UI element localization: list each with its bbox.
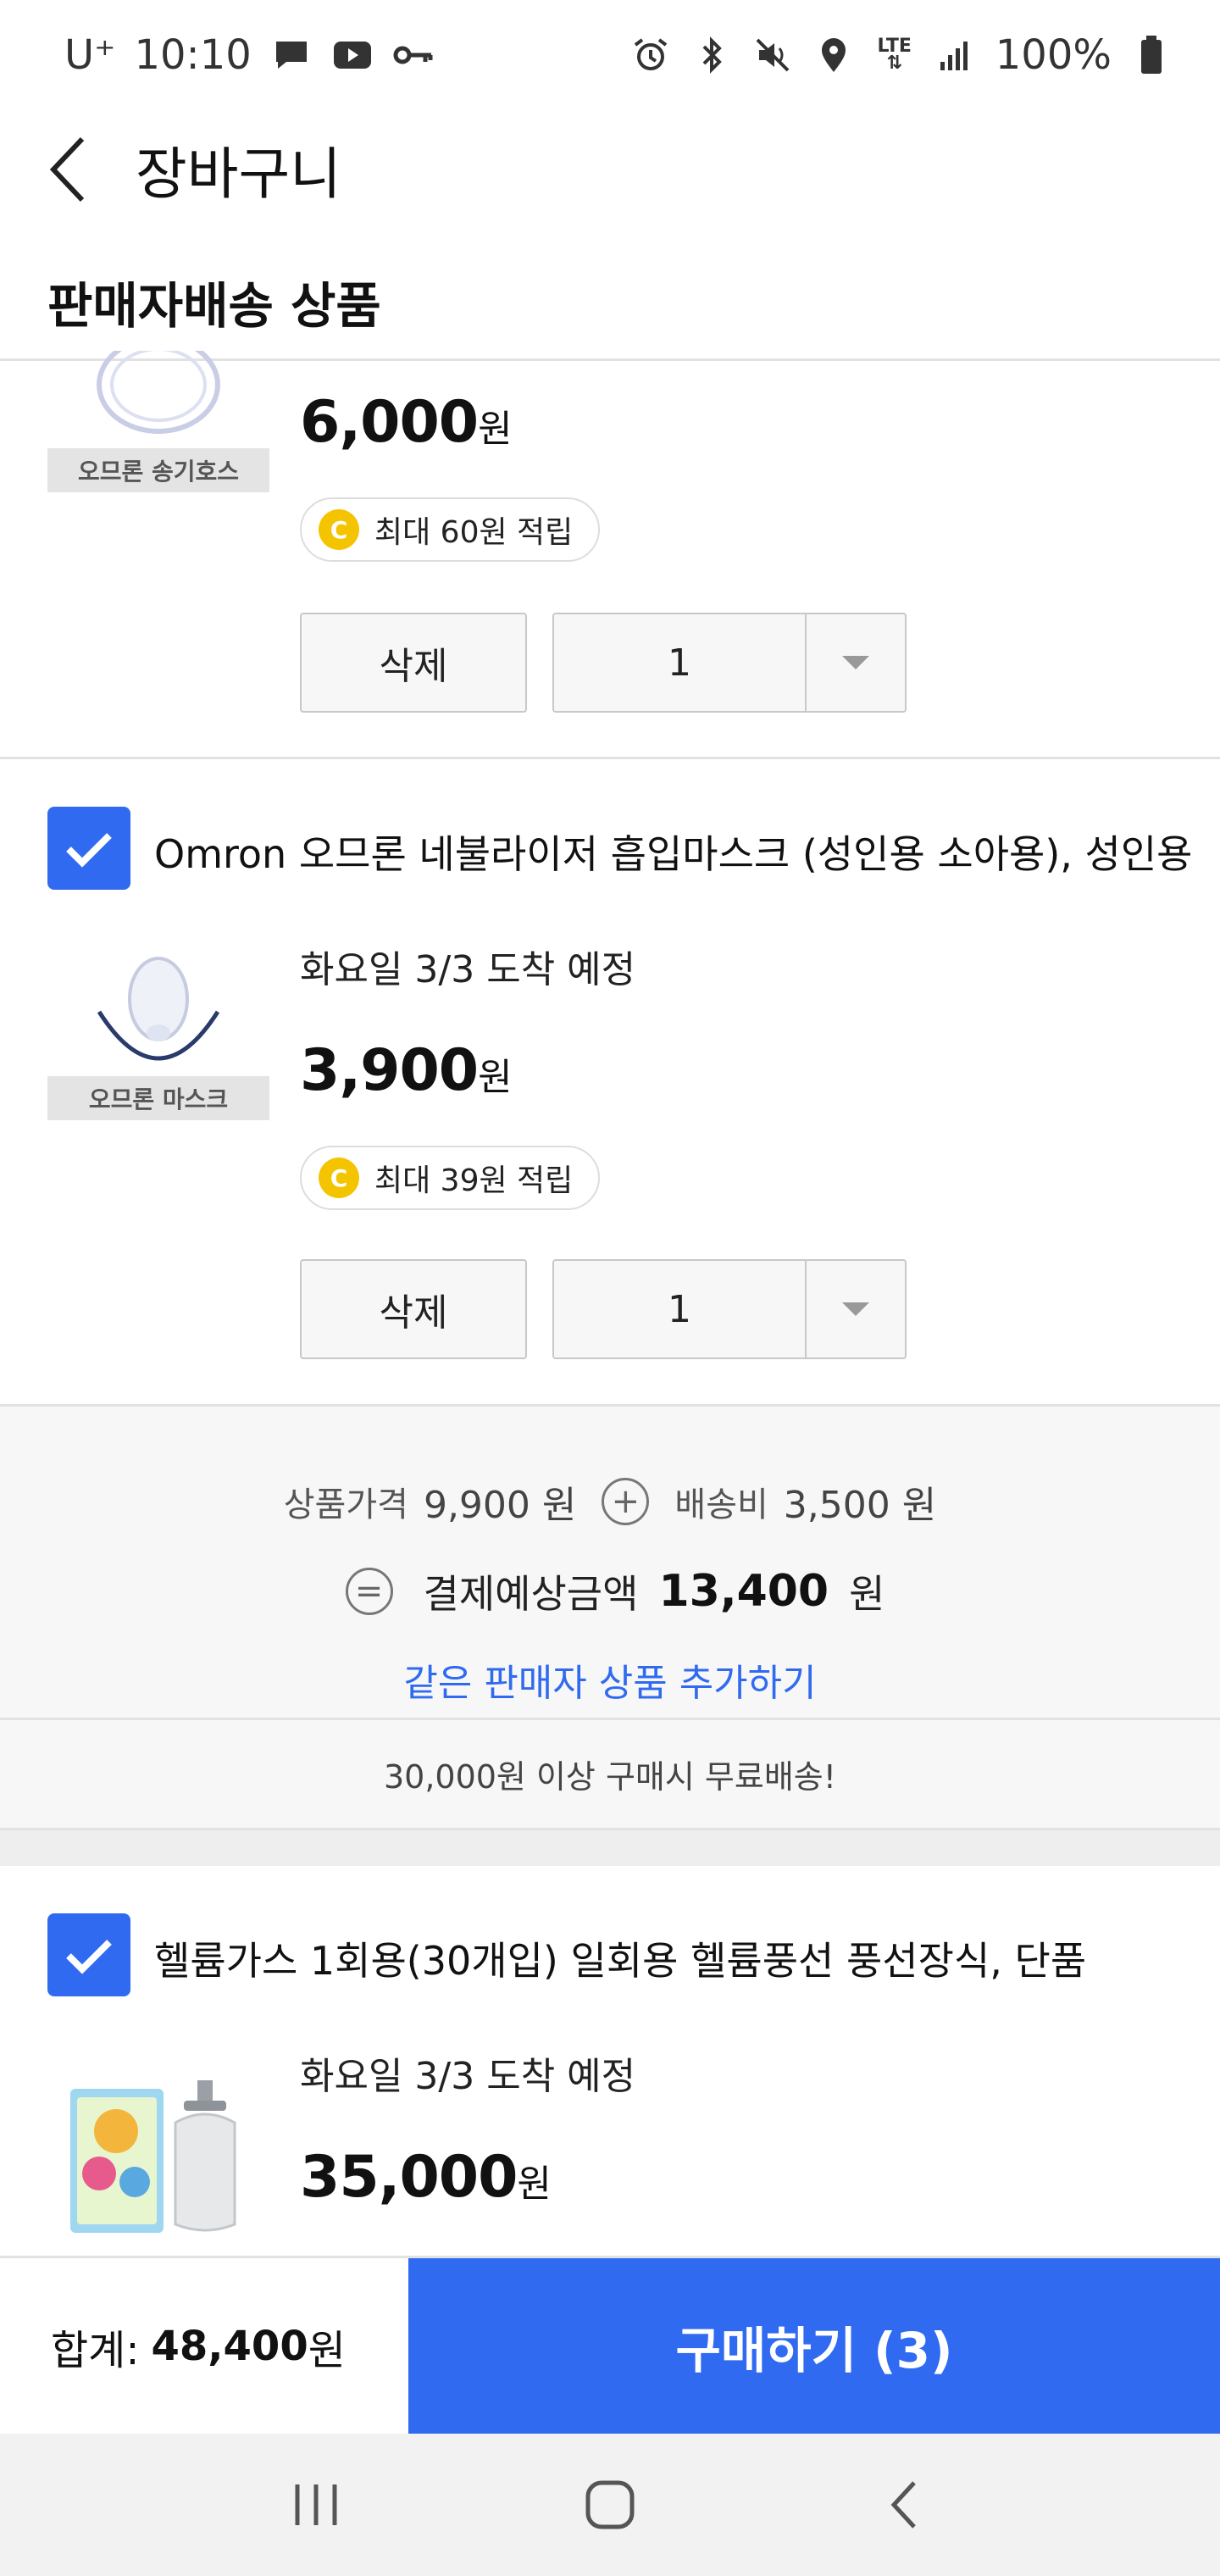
system-nav-bar [0, 2434, 1220, 2576]
item-checkbox[interactable] [47, 807, 130, 890]
price-breakdown: 상품가격 9,900 원 + 배송비 3,500 원 [0, 1474, 1220, 1529]
item-price: 35,000원 [300, 2144, 552, 2211]
product-thumbnail[interactable]: 오므론 마스크 [47, 952, 269, 1120]
message-icon [270, 34, 313, 76]
points-text: 최대 60원 적립 [374, 515, 574, 550]
shipping-value: 3,500 원 [783, 1484, 937, 1527]
section-header: 판매자배송 상품 [0, 244, 1220, 361]
points-text: 최대 39원 적립 [374, 1163, 574, 1198]
check-icon [66, 1940, 112, 1974]
points-badge: C 최대 60원 적립 [300, 497, 601, 562]
youtube-icon [331, 34, 374, 76]
cart-item: 헬륨가스 1회용(30개입) 일회용 헬륨풍선 풍선장식, 단품 화요일 3/3… [0, 1866, 1220, 2256]
thumb-caption: 오므론 마스크 [47, 1076, 269, 1120]
mask-image [47, 952, 269, 1076]
item-name[interactable]: 헬륨가스 1회용(30개입) 일회용 헬륨풍선 풍선장식, 단품 [154, 1930, 1086, 1986]
coin-icon: C [319, 1158, 359, 1198]
carrier-label: U⁺ [64, 31, 116, 79]
expected-total-value: 13,400 [658, 1566, 829, 1617]
total-label: 합계: [51, 2326, 140, 2374]
buy-button[interactable]: 구매하기 (3) [408, 2258, 1220, 2434]
item-price: 3,900원 [300, 1037, 513, 1104]
dropdown-arrow-icon[interactable] [807, 614, 905, 711]
item-name[interactable]: Omron 오므론 네불라이저 흡입마스크 (성인용 소아용), 성인용 [154, 824, 1193, 880]
equals-icon: = [345, 1568, 393, 1615]
dropdown-arrow-icon[interactable] [807, 1261, 905, 1357]
product-thumbnail[interactable] [47, 2059, 269, 2246]
location-icon [812, 34, 855, 76]
system-back-button[interactable] [853, 2454, 955, 2556]
delete-button[interactable]: 삭제 [300, 613, 527, 713]
delivery-date: 화요일 3/3 도착 예정 [300, 2055, 636, 2098]
price-currency: 원 [478, 408, 512, 451]
page-title: 장바구니 [136, 142, 341, 207]
chevron-left-icon [49, 136, 85, 203]
bluetooth-icon [690, 34, 733, 76]
thumb-caption: 오므론 송기호스 [47, 448, 269, 492]
total-value: 48,400 [151, 2322, 308, 2370]
battery-percent: 100% [995, 31, 1112, 79]
status-bar: U⁺ 10:10 LTE ⇅ 100% [0, 0, 1220, 110]
battery-icon [1130, 34, 1173, 76]
delivery-date: 화요일 3/3 도착 예정 [300, 948, 636, 991]
price-value: 3,900 [300, 1037, 479, 1104]
plus-icon: + [602, 1478, 650, 1525]
product-thumbnail[interactable]: 오므론 송기호스 [47, 347, 269, 492]
price-value: 35,000 [300, 2144, 518, 2211]
product-price-value: 9,900 원 [423, 1484, 577, 1527]
product-price-label: 상품가격 [283, 1485, 408, 1524]
price-value: 6,000 [300, 389, 479, 456]
recent-apps-button[interactable] [265, 2454, 367, 2556]
total-unit: 원 [308, 2326, 346, 2374]
home-icon [585, 2480, 635, 2529]
alarm-icon [629, 34, 672, 76]
cart-item: Omron 오므론 네불라이저 흡입마스크 (성인용 소아용), 성인용 화요일… [0, 759, 1220, 1407]
expected-total-label: 결제예상금액 [423, 1571, 639, 1617]
recent-apps-icon [295, 2484, 337, 2525]
price-currency: 원 [478, 1056, 512, 1099]
cart-total: 합계: 48,400 원 [0, 2258, 408, 2434]
signal-icon [934, 34, 977, 76]
checkout-bar: 합계: 48,400 원 구매하기 (3) [0, 2256, 1220, 2434]
expected-total-unit: 원 [849, 1571, 885, 1617]
home-button[interactable] [559, 2454, 661, 2556]
status-right: LTE ⇅ 100% [629, 31, 1173, 79]
item-price: 6,000원 [300, 389, 513, 456]
mute-icon [751, 34, 794, 76]
app-header: 장바구니 [0, 110, 1220, 229]
seller-summary: 상품가격 9,900 원 + 배송비 3,500 원 = 결제예상금액 13,4… [0, 1407, 1220, 1720]
back-icon [890, 2481, 916, 2529]
tube-image [47, 347, 269, 448]
quantity-value: 1 [554, 1261, 807, 1357]
delete-button[interactable]: 삭제 [300, 1259, 527, 1359]
status-time: 10:10 [134, 31, 252, 79]
shipping-label: 배송비 [674, 1485, 768, 1524]
item-checkbox[interactable] [47, 1913, 130, 1996]
back-button[interactable] [0, 110, 136, 229]
key-icon [392, 34, 435, 76]
section-gap [0, 1830, 1220, 1866]
status-left: U⁺ 10:10 [64, 31, 435, 79]
coin-icon: C [319, 509, 359, 550]
quantity-value: 1 [554, 614, 807, 711]
check-icon [66, 833, 112, 868]
lte-icon: LTE ⇅ [877, 36, 912, 74]
points-badge: C 최대 39원 적립 [300, 1146, 601, 1210]
expected-total-row: = 결제예상금액 13,400 원 [0, 1563, 1220, 1619]
add-same-seller-link[interactable]: 같은 판매자 상품 추가하기 [0, 1652, 1220, 1707]
free-shipping-notice: 30,000원 이상 구매시 무료배송! [0, 1720, 1220, 1830]
cart-item: 오므론 송기호스 6,000원 C 최대 60원 적립 삭제 1 [0, 351, 1220, 757]
section-title: 판매자배송 상품 [47, 276, 381, 335]
quantity-select[interactable]: 1 [552, 1259, 907, 1359]
price-currency: 원 [517, 2162, 551, 2206]
quantity-select[interactable]: 1 [552, 613, 907, 713]
helium-tank-image [47, 2059, 269, 2246]
